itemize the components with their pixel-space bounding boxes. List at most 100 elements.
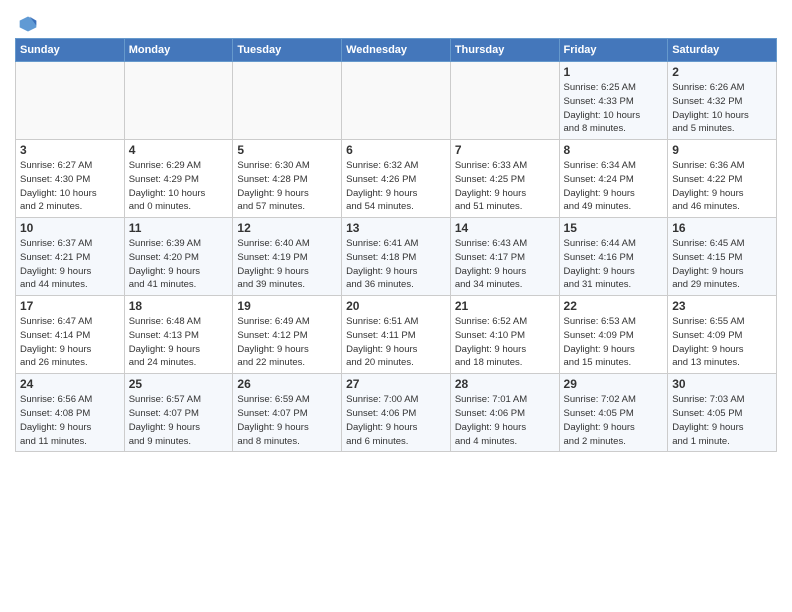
day-info: Sunrise: 6:36 AMSunset: 4:22 PMDaylight:… [672, 159, 772, 214]
day-info: Sunrise: 6:40 AMSunset: 4:19 PMDaylight:… [237, 237, 337, 292]
day-info: Sunrise: 6:33 AMSunset: 4:25 PMDaylight:… [455, 159, 555, 214]
day-info: Sunrise: 6:29 AMSunset: 4:29 PMDaylight:… [129, 159, 229, 214]
day-number: 8 [564, 143, 664, 157]
weekday-header-tuesday: Tuesday [233, 39, 342, 62]
day-number: 25 [129, 377, 229, 391]
weekday-header-monday: Monday [124, 39, 233, 62]
weekday-header-saturday: Saturday [668, 39, 777, 62]
day-number: 28 [455, 377, 555, 391]
day-number: 5 [237, 143, 337, 157]
day-number: 21 [455, 299, 555, 313]
calendar-week-4: 17 Sunrise: 6:47 AMSunset: 4:14 PMDayligh… [16, 296, 777, 374]
day-number: 4 [129, 143, 229, 157]
calendar-cell: 25 Sunrise: 6:57 AMSunset: 4:07 PMDayligh… [124, 374, 233, 452]
calendar-cell: 20 Sunrise: 6:51 AMSunset: 4:11 PMDayligh… [342, 296, 451, 374]
day-info: Sunrise: 6:32 AMSunset: 4:26 PMDaylight:… [346, 159, 446, 214]
calendar-cell: 10Sunrise: 6:37 AMSunset: 4:21 PMDayligh… [16, 218, 125, 296]
calendar-cell: 27 Sunrise: 7:00 AMSunset: 4:06 PMDayligh… [342, 374, 451, 452]
calendar-cell: 19 Sunrise: 6:49 AMSunset: 4:12 PMDayligh… [233, 296, 342, 374]
logo [15, 14, 38, 34]
day-info: Sunrise: 6:30 AMSunset: 4:28 PMDaylight:… [237, 159, 337, 214]
day-number: 15 [564, 221, 664, 235]
day-number: 10 [20, 221, 120, 235]
calendar-header-row: SundayMondayTuesdayWednesdayThursdayFrid… [16, 39, 777, 62]
calendar-cell: 1 Sunrise: 6:25 AMSunset: 4:33 PMDaylight… [559, 62, 668, 140]
day-info: Sunrise: 6:25 AMSunset: 4:33 PMDaylight:… [564, 81, 664, 136]
weekday-header-friday: Friday [559, 39, 668, 62]
day-number: 27 [346, 377, 446, 391]
day-number: 12 [237, 221, 337, 235]
day-info: Sunrise: 6:26 AMSunset: 4:32 PMDaylight:… [672, 81, 772, 136]
calendar-cell: 22 Sunrise: 6:53 AMSunset: 4:09 PMDayligh… [559, 296, 668, 374]
day-number: 17 [20, 299, 120, 313]
day-number: 7 [455, 143, 555, 157]
day-info: Sunrise: 6:51 AMSunset: 4:11 PMDaylight:… [346, 315, 446, 370]
day-info: Sunrise: 6:52 AMSunset: 4:10 PMDaylight:… [455, 315, 555, 370]
calendar-cell: 14Sunrise: 6:43 AMSunset: 4:17 PMDayligh… [450, 218, 559, 296]
day-number: 2 [672, 65, 772, 79]
day-info: Sunrise: 6:34 AMSunset: 4:24 PMDaylight:… [564, 159, 664, 214]
logo-icon [18, 14, 38, 34]
day-info: Sunrise: 7:00 AMSunset: 4:06 PMDaylight:… [346, 393, 446, 448]
calendar-cell: 6 Sunrise: 6:32 AMSunset: 4:26 PMDaylight… [342, 140, 451, 218]
day-number: 23 [672, 299, 772, 313]
day-info: Sunrise: 6:45 AMSunset: 4:15 PMDaylight:… [672, 237, 772, 292]
calendar-week-3: 10Sunrise: 6:37 AMSunset: 4:21 PMDayligh… [16, 218, 777, 296]
day-number: 16 [672, 221, 772, 235]
calendar-cell: 24 Sunrise: 6:56 AMSunset: 4:08 PMDayligh… [16, 374, 125, 452]
calendar-cell: 23 Sunrise: 6:55 AMSunset: 4:09 PMDayligh… [668, 296, 777, 374]
calendar-cell: 5 Sunrise: 6:30 AMSunset: 4:28 PMDaylight… [233, 140, 342, 218]
calendar-cell: 13Sunrise: 6:41 AMSunset: 4:18 PMDayligh… [342, 218, 451, 296]
day-number: 13 [346, 221, 446, 235]
calendar-cell: 4 Sunrise: 6:29 AMSunset: 4:29 PMDaylight… [124, 140, 233, 218]
day-info: Sunrise: 7:02 AMSunset: 4:05 PMDaylight:… [564, 393, 664, 448]
day-info: Sunrise: 7:01 AMSunset: 4:06 PMDaylight:… [455, 393, 555, 448]
day-number: 24 [20, 377, 120, 391]
calendar-cell: 3Sunrise: 6:27 AMSunset: 4:30 PMDaylight… [16, 140, 125, 218]
calendar-week-1: 1 Sunrise: 6:25 AMSunset: 4:33 PMDaylight… [16, 62, 777, 140]
calendar-cell: 12 Sunrise: 6:40 AMSunset: 4:19 PMDayligh… [233, 218, 342, 296]
calendar-cell: 15 Sunrise: 6:44 AMSunset: 4:16 PMDayligh… [559, 218, 668, 296]
calendar-cell: 11 Sunrise: 6:39 AMSunset: 4:20 PMDayligh… [124, 218, 233, 296]
calendar-week-5: 24 Sunrise: 6:56 AMSunset: 4:08 PMDayligh… [16, 374, 777, 452]
calendar-week-2: 3Sunrise: 6:27 AMSunset: 4:30 PMDaylight… [16, 140, 777, 218]
day-number: 29 [564, 377, 664, 391]
day-number: 18 [129, 299, 229, 313]
day-info: Sunrise: 6:56 AMSunset: 4:08 PMDaylight:… [20, 393, 120, 448]
calendar-cell: 8 Sunrise: 6:34 AMSunset: 4:24 PMDaylight… [559, 140, 668, 218]
calendar-cell: 17 Sunrise: 6:47 AMSunset: 4:14 PMDayligh… [16, 296, 125, 374]
calendar-cell: 16 Sunrise: 6:45 AMSunset: 4:15 PMDayligh… [668, 218, 777, 296]
calendar-cell [342, 62, 451, 140]
calendar-cell: 2 Sunrise: 6:26 AMSunset: 4:32 PMDaylight… [668, 62, 777, 140]
day-info: Sunrise: 6:53 AMSunset: 4:09 PMDaylight:… [564, 315, 664, 370]
calendar-cell [16, 62, 125, 140]
day-number: 11 [129, 221, 229, 235]
day-number: 19 [237, 299, 337, 313]
day-number: 22 [564, 299, 664, 313]
day-info: Sunrise: 6:48 AMSunset: 4:13 PMDaylight:… [129, 315, 229, 370]
calendar-table: SundayMondayTuesdayWednesdayThursdayFrid… [15, 38, 777, 452]
calendar-cell: 28 Sunrise: 7:01 AMSunset: 4:06 PMDayligh… [450, 374, 559, 452]
weekday-header-thursday: Thursday [450, 39, 559, 62]
weekday-header-sunday: Sunday [16, 39, 125, 62]
calendar-cell: 26 Sunrise: 6:59 AMSunset: 4:07 PMDayligh… [233, 374, 342, 452]
page-container: SundayMondayTuesdayWednesdayThursdayFrid… [0, 0, 792, 462]
day-info: Sunrise: 6:49 AMSunset: 4:12 PMDaylight:… [237, 315, 337, 370]
day-number: 26 [237, 377, 337, 391]
day-number: 1 [564, 65, 664, 79]
day-info: Sunrise: 6:59 AMSunset: 4:07 PMDaylight:… [237, 393, 337, 448]
day-number: 6 [346, 143, 446, 157]
day-info: Sunrise: 6:43 AMSunset: 4:17 PMDaylight:… [455, 237, 555, 292]
weekday-header-wednesday: Wednesday [342, 39, 451, 62]
calendar-cell: 9 Sunrise: 6:36 AMSunset: 4:22 PMDaylight… [668, 140, 777, 218]
calendar-cell [233, 62, 342, 140]
calendar-cell: 18 Sunrise: 6:48 AMSunset: 4:13 PMDayligh… [124, 296, 233, 374]
day-number: 20 [346, 299, 446, 313]
day-info: Sunrise: 6:39 AMSunset: 4:20 PMDaylight:… [129, 237, 229, 292]
calendar-cell [124, 62, 233, 140]
day-info: Sunrise: 6:57 AMSunset: 4:07 PMDaylight:… [129, 393, 229, 448]
day-info: Sunrise: 6:44 AMSunset: 4:16 PMDaylight:… [564, 237, 664, 292]
day-number: 9 [672, 143, 772, 157]
day-info: Sunrise: 6:55 AMSunset: 4:09 PMDaylight:… [672, 315, 772, 370]
day-info: Sunrise: 6:47 AMSunset: 4:14 PMDaylight:… [20, 315, 120, 370]
